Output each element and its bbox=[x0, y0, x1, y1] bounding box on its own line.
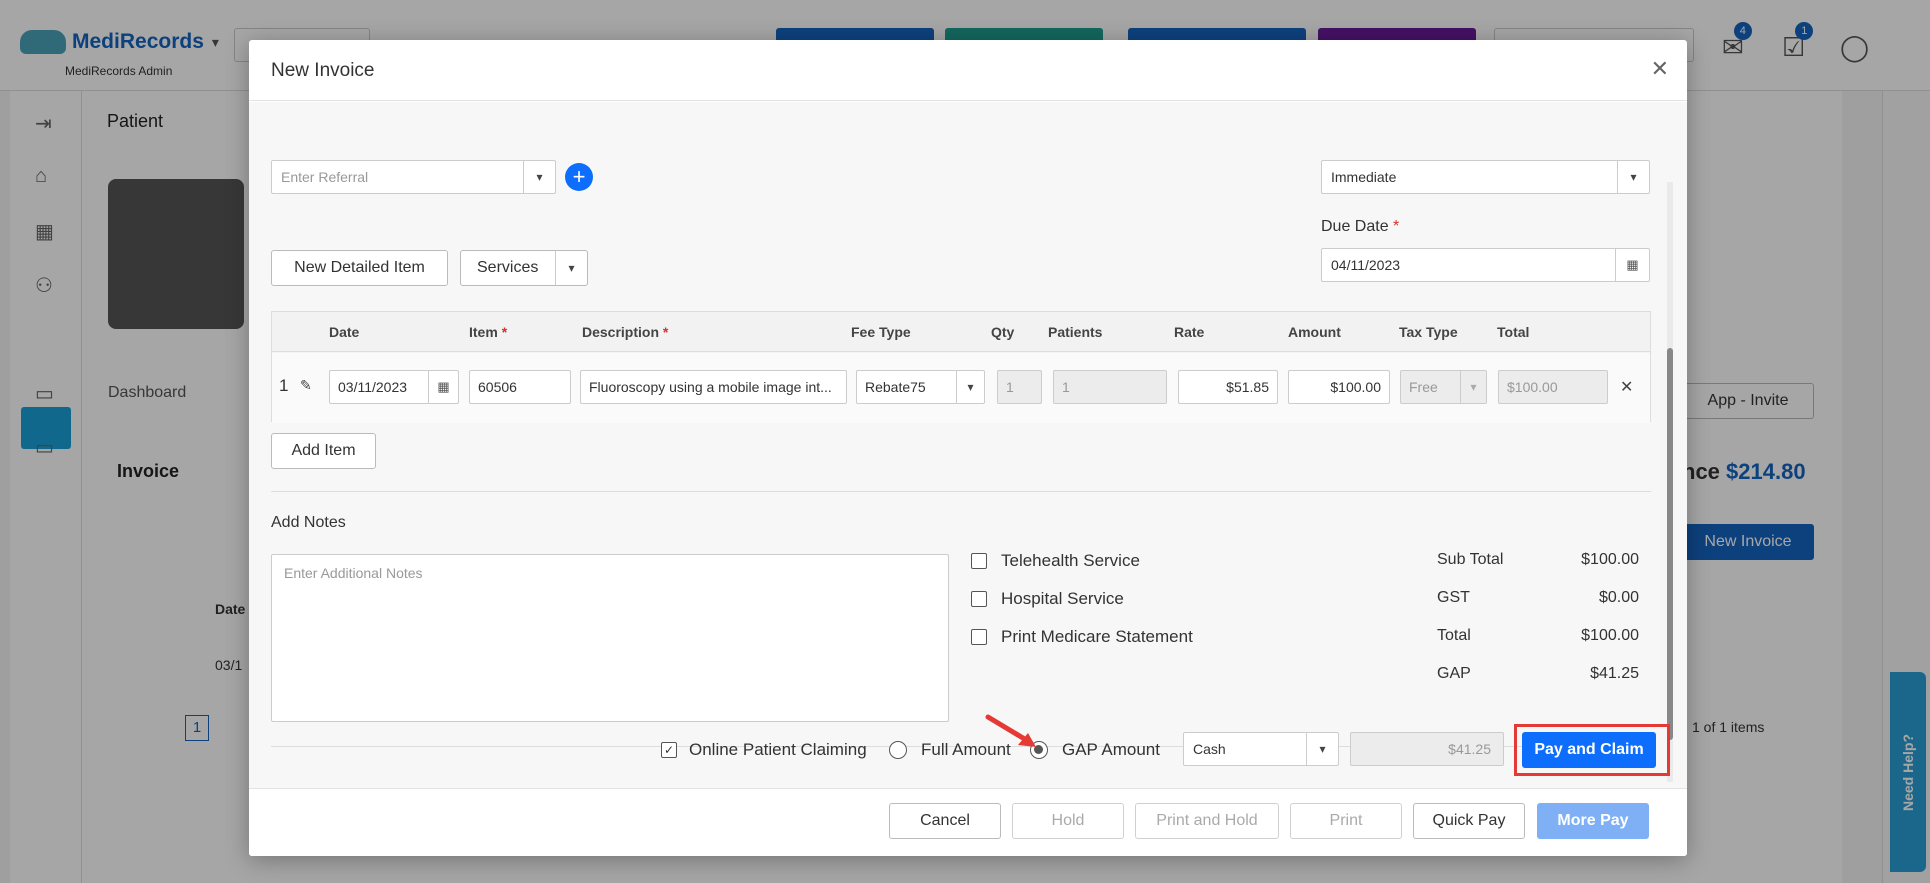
chevron-down-icon[interactable]: ▾ bbox=[1617, 161, 1649, 193]
modal-header: New Invoice ✕ bbox=[249, 40, 1687, 101]
online-claiming-checkbox[interactable]: ✓ Online Patient Claiming bbox=[661, 740, 867, 760]
header-qty: Qty bbox=[991, 324, 1015, 340]
hospital-checkbox[interactable]: Hospital Service bbox=[971, 589, 1124, 609]
referral-select[interactable]: Enter Referral ▾ bbox=[271, 160, 556, 194]
header-fee-type: Fee Type bbox=[851, 324, 911, 340]
gst-label: GST bbox=[1437, 589, 1470, 606]
due-date-input[interactable]: 04/11/2023 ▦ bbox=[1321, 248, 1650, 282]
header-tax-type: Tax Type bbox=[1399, 324, 1458, 340]
invoice-items-grid: Date Item * Description * Fee Type Qty P… bbox=[271, 311, 1651, 423]
add-item-button[interactable]: Add Item bbox=[271, 433, 376, 469]
annotation-arrow-icon bbox=[985, 714, 1036, 747]
row-fee-type-select[interactable]: Rebate75 ▾ bbox=[856, 370, 985, 404]
print-button[interactable]: Print bbox=[1290, 803, 1402, 839]
total-label: Total bbox=[1437, 627, 1471, 644]
payment-method-select[interactable]: Cash ▾ bbox=[1183, 732, 1339, 766]
row-amount-input[interactable]: $100.00 bbox=[1288, 370, 1390, 404]
print-and-hold-button[interactable]: Print and Hold bbox=[1135, 803, 1279, 839]
calendar-icon[interactable]: ▦ bbox=[428, 371, 458, 403]
payment-amount-input: $41.25 bbox=[1350, 732, 1504, 766]
print-medicare-checkbox[interactable]: Print Medicare Statement bbox=[971, 627, 1193, 647]
header-description: Description * bbox=[582, 324, 669, 340]
chevron-down-icon[interactable]: ▾ bbox=[956, 371, 984, 403]
row-date-input[interactable]: 03/11/2023 ▦ bbox=[329, 370, 459, 404]
row-item-input[interactable]: 60506 bbox=[469, 370, 571, 404]
hold-button[interactable]: Hold bbox=[1012, 803, 1124, 839]
grid-header: Date Item * Description * Fee Type Qty P… bbox=[272, 312, 1650, 352]
table-row: 1 ✎ 03/11/2023 ▦ 60506 Fluoroscopy using… bbox=[272, 353, 1650, 423]
calendar-icon[interactable]: ▦ bbox=[1615, 249, 1649, 281]
quick-pay-button[interactable]: Quick Pay bbox=[1413, 803, 1525, 839]
payment-term-select[interactable]: Immediate ▾ bbox=[1321, 160, 1650, 194]
add-referral-icon[interactable]: + bbox=[565, 163, 593, 191]
row-patients-input: 1 bbox=[1053, 370, 1167, 404]
chevron-down-icon[interactable]: ▾ bbox=[523, 161, 555, 193]
chevron-down-icon[interactable]: ▾ bbox=[555, 251, 587, 285]
header-total: Total bbox=[1497, 324, 1530, 340]
sub-total-label: Sub Total bbox=[1437, 551, 1504, 568]
row-total-input: $100.00 bbox=[1498, 370, 1608, 404]
chevron-down-icon[interactable]: ▾ bbox=[1306, 733, 1338, 765]
notes-textarea[interactable]: Enter Additional Notes bbox=[271, 554, 949, 722]
due-date-label: Due Date * bbox=[1321, 218, 1400, 235]
header-patients: Patients bbox=[1048, 324, 1103, 340]
cancel-button[interactable]: Cancel bbox=[889, 803, 1001, 839]
row-rate-input[interactable]: $51.85 bbox=[1178, 370, 1278, 404]
gap-label: GAP bbox=[1437, 665, 1471, 682]
add-notes-label: Add Notes bbox=[271, 514, 346, 531]
telehealth-checkbox[interactable]: Telehealth Service bbox=[971, 551, 1140, 571]
new-detailed-item-button[interactable]: New Detailed Item bbox=[271, 250, 448, 286]
header-amount: Amount bbox=[1288, 324, 1341, 340]
modal-body: Enter Referral ▾ + Immediate ▾ Due Date … bbox=[249, 102, 1687, 828]
edit-pencil-icon[interactable]: ✎ bbox=[300, 377, 312, 394]
row-tax-type-select: Free ▾ bbox=[1400, 370, 1487, 404]
header-item: Item * bbox=[469, 324, 508, 340]
gst-value: $0.00 bbox=[1598, 589, 1639, 606]
row-description-input[interactable]: Fluoroscopy using a mobile image int... bbox=[580, 370, 847, 404]
header-date: Date bbox=[329, 324, 360, 340]
header-rate: Rate bbox=[1174, 324, 1205, 340]
modal-scrollbar-thumb[interactable] bbox=[1667, 348, 1673, 740]
modal-footer: Cancel Hold Print and Hold Print Quick P… bbox=[249, 788, 1687, 856]
total-value: $100.00 bbox=[1581, 627, 1639, 644]
gap-value: $41.25 bbox=[1590, 665, 1639, 682]
new-invoice-modal: New Invoice ✕ Enter Referral ▾ + Immedia… bbox=[249, 40, 1687, 856]
row-index: 1 bbox=[279, 376, 289, 395]
highlight-box: Pay and Claim bbox=[1514, 724, 1670, 776]
row-qty-input: 1 bbox=[997, 370, 1042, 404]
services-button[interactable]: Services ▾ bbox=[460, 250, 588, 286]
gap-amount-radio[interactable]: GAP Amount bbox=[1030, 740, 1160, 760]
modal-title: New Invoice bbox=[271, 60, 375, 81]
remove-row-icon[interactable]: ✕ bbox=[1620, 377, 1633, 397]
more-pay-button[interactable]: More Pay bbox=[1537, 803, 1649, 839]
check-icon: ✓ bbox=[661, 742, 677, 758]
close-icon[interactable]: ✕ bbox=[1651, 56, 1669, 82]
sub-total-value: $100.00 bbox=[1581, 551, 1639, 568]
pay-and-claim-button[interactable]: Pay and Claim bbox=[1522, 732, 1656, 768]
section-divider bbox=[271, 491, 1651, 492]
chevron-down-icon: ▾ bbox=[1460, 371, 1486, 403]
